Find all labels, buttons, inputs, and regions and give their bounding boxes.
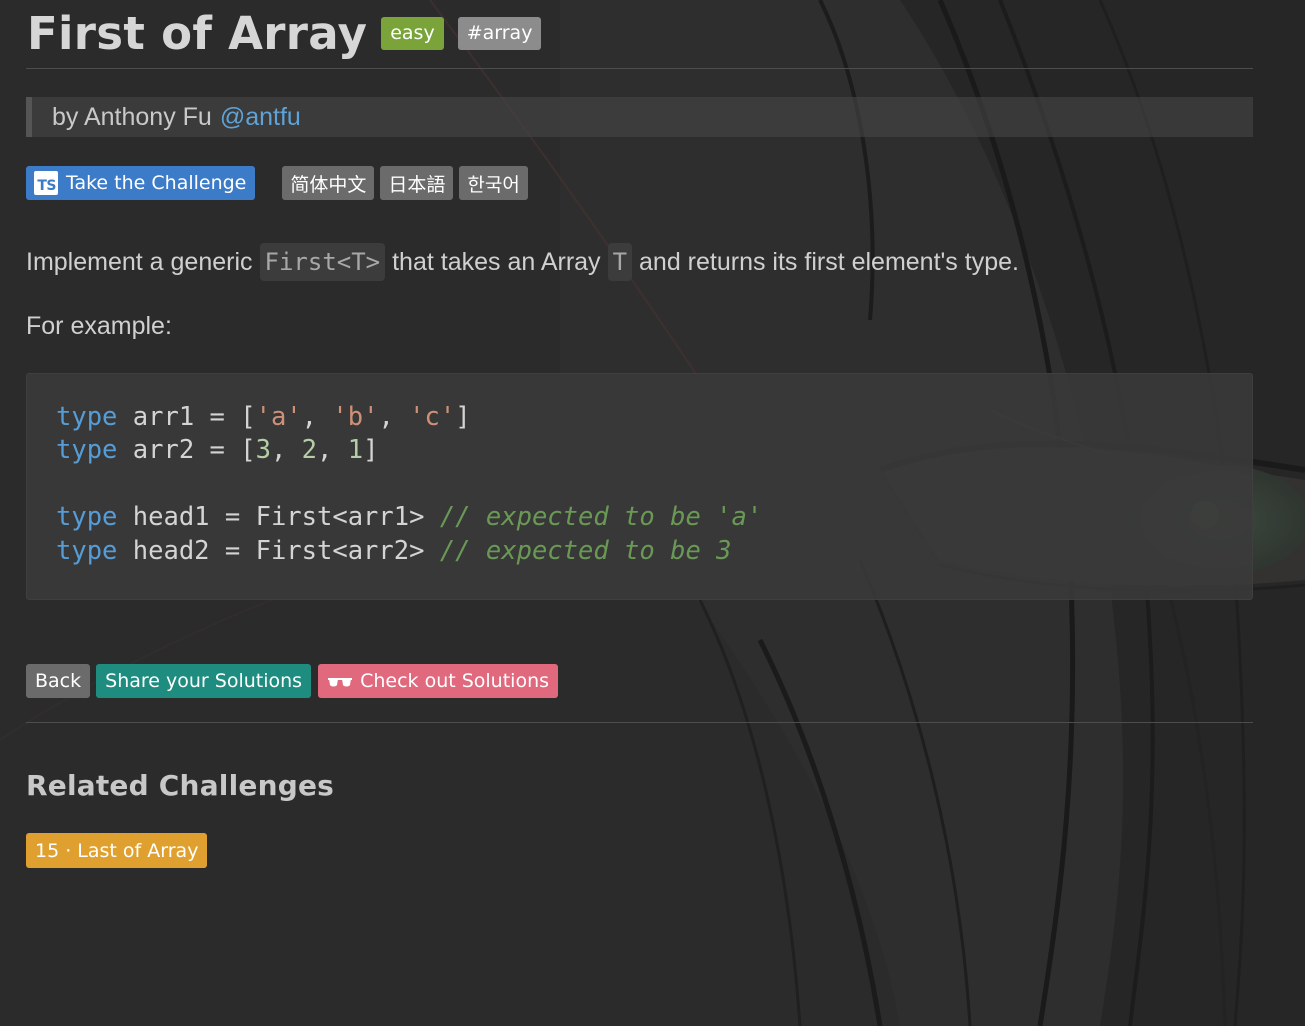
take-challenge-button[interactable]: TS Take the Challenge <box>26 166 256 200</box>
title-row: First of Array easy #array <box>26 0 1253 68</box>
inline-code-first-t: First<T> <box>259 243 386 281</box>
code-keyword: type <box>56 435 118 466</box>
code-text: ] <box>455 402 471 432</box>
challenge-page: First of Array easy #array by Anthony Fu… <box>26 0 1253 868</box>
code-string: 'c' <box>409 402 456 432</box>
code-string: 'a' <box>255 402 302 432</box>
related-challenges-list: 15 · Last of Array <box>26 833 1253 868</box>
challenge-description: Implement a generic First<T> that takes … <box>26 243 1253 281</box>
back-button[interactable]: Back <box>26 664 91 698</box>
code-text: , <box>270 435 302 466</box>
challenge-links-row: TS Take the Challenge 简体中文 日本語 한국어 <box>26 166 1253 200</box>
lang-zh-button[interactable]: 简体中文 <box>282 166 375 200</box>
related-challenge-last-of-array[interactable]: 15 · Last of Array <box>26 833 208 868</box>
take-challenge-label: Take the Challenge <box>66 172 247 194</box>
code-text: arr1 = [ <box>117 402 256 432</box>
code-example-block: type arr1 = ['a', 'b', 'c'] type arr2 = [… <box>26 373 1253 600</box>
description-text-2: that takes an Array <box>392 248 601 276</box>
inline-code-t: T <box>607 243 633 281</box>
check-solutions-label: Check out Solutions <box>360 670 550 692</box>
code-comment: // expected to be 3 <box>439 535 732 566</box>
tag-badge[interactable]: #array <box>457 16 542 50</box>
code-keyword: type <box>56 402 118 432</box>
code-line-4: type head1 = First<arr1> // expected to … <box>56 501 1252 534</box>
lang-ko-button[interactable]: 한국어 <box>459 166 528 200</box>
code-text: head2 = First<arr2> <box>117 535 440 566</box>
code-line-2: type arr2 = [3, 2, 1] <box>56 434 1252 467</box>
description-text-3: and returns its first element's type. <box>639 248 1019 276</box>
glasses-icon <box>328 678 353 687</box>
code-text: arr2 = [ <box>117 435 256 466</box>
related-challenges-heading: Related Challenges <box>26 769 335 802</box>
description-text-1: Implement a generic <box>26 248 253 276</box>
code-line-1: type arr1 = ['a', 'b', 'c'] <box>56 401 1252 434</box>
code-number: 2 <box>301 435 318 466</box>
code-number: 3 <box>255 435 271 466</box>
code-comment: // expected to be 'a' <box>439 502 763 533</box>
author-name: by Anthony Fu <box>52 102 212 131</box>
code-keyword: type <box>56 502 118 533</box>
code-text: , <box>317 435 348 466</box>
code-text: ] <box>363 435 379 466</box>
example-label: For example: <box>26 312 172 340</box>
section-divider <box>26 722 1253 723</box>
author-blockquote: by Anthony Fu @antfu <box>26 97 1253 137</box>
code-text: , <box>301 402 333 432</box>
author-handle-link[interactable]: @antfu <box>220 103 301 132</box>
code-text: , <box>378 402 410 432</box>
share-solutions-button[interactable]: Share your Solutions <box>96 664 312 698</box>
lang-ja-button[interactable]: 日本語 <box>380 166 454 200</box>
solution-actions-row: Back Share your Solutions Check out Solu… <box>26 664 1253 698</box>
page-title: First of Array <box>27 7 368 60</box>
title-divider <box>26 68 1253 69</box>
code-string: 'b' <box>332 402 379 432</box>
difficulty-badge: easy <box>381 16 444 50</box>
code-line-5: type head2 = First<arr2> // expected to … <box>56 535 1252 568</box>
code-keyword: type <box>56 535 118 566</box>
typescript-icon: TS <box>34 171 58 195</box>
check-solutions-button[interactable]: Check out Solutions <box>318 664 559 698</box>
code-number: 1 <box>347 435 364 466</box>
code-text: head1 = First<arr1> <box>117 502 440 533</box>
